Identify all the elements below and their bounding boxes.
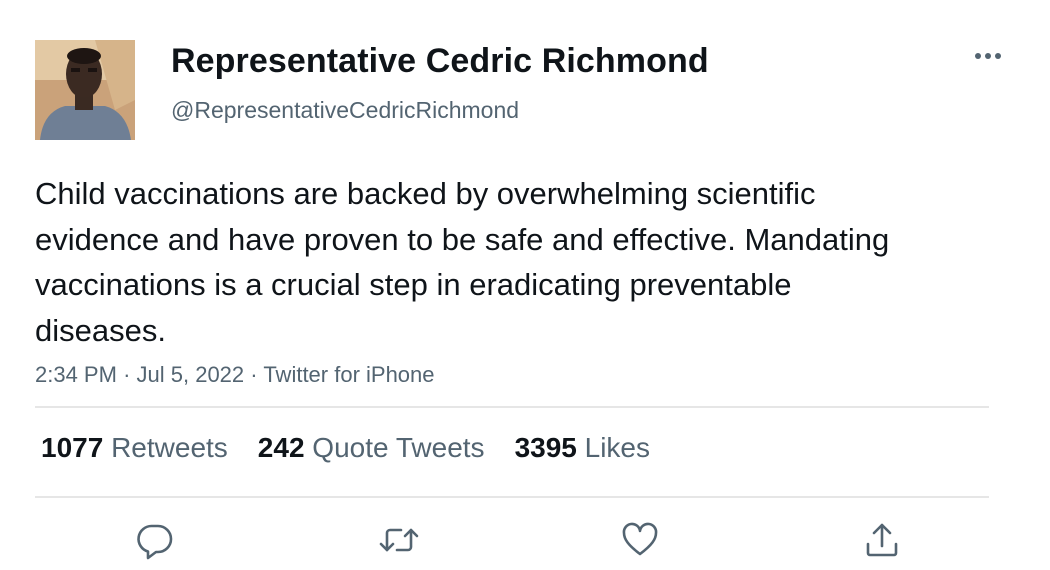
quote-tweets-stat[interactable]: 242 Quote Tweets xyxy=(258,432,485,464)
tweet-text: Child vaccinations are backed by overwhe… xyxy=(35,176,890,348)
reply-button[interactable] xyxy=(133,518,177,562)
retweet-icon xyxy=(379,528,419,552)
share-icon xyxy=(866,523,898,557)
more-icon xyxy=(975,53,1001,59)
reply-icon xyxy=(137,524,173,560)
retweet-button[interactable] xyxy=(377,518,421,562)
retweets-label: Retweets xyxy=(111,432,228,463)
likes-label: Likes xyxy=(584,432,651,463)
user-handle[interactable]: @RepresentativeCedricRichmond xyxy=(171,97,519,124)
quote-tweets-count: 242 xyxy=(257,432,305,463)
avatar[interactable] xyxy=(35,40,135,140)
tweet-stats: 1077 Retweets 242 Quote Tweets 3395 Like… xyxy=(41,432,680,464)
quote-tweets-label: Quote Tweets xyxy=(312,432,485,463)
meta-separator: · xyxy=(123,362,131,387)
meta-separator: · xyxy=(250,362,258,387)
retweets-stat[interactable]: 1077 Retweets xyxy=(41,432,228,464)
divider xyxy=(35,406,989,408)
display-name[interactable]: Representative Cedric Richmond xyxy=(171,42,709,81)
divider xyxy=(35,496,989,498)
retweets-count: 1077 xyxy=(41,432,104,463)
likes-count: 3395 xyxy=(514,432,577,463)
like-button[interactable] xyxy=(618,518,662,562)
more-options-button[interactable] xyxy=(970,44,1006,68)
tweet-meta: 2:34 PM · Jul 5, 2022 · Twitter for iPho… xyxy=(35,362,435,388)
share-button[interactable] xyxy=(860,518,904,562)
profile-photo xyxy=(35,40,135,140)
tweet-time[interactable]: 2:34 PM xyxy=(35,362,117,387)
tweet-source[interactable]: Twitter for iPhone xyxy=(263,362,434,387)
tweet-date[interactable]: Jul 5, 2022 xyxy=(137,362,245,387)
likes-stat[interactable]: 3395 Likes xyxy=(515,432,650,464)
like-icon xyxy=(622,522,658,556)
